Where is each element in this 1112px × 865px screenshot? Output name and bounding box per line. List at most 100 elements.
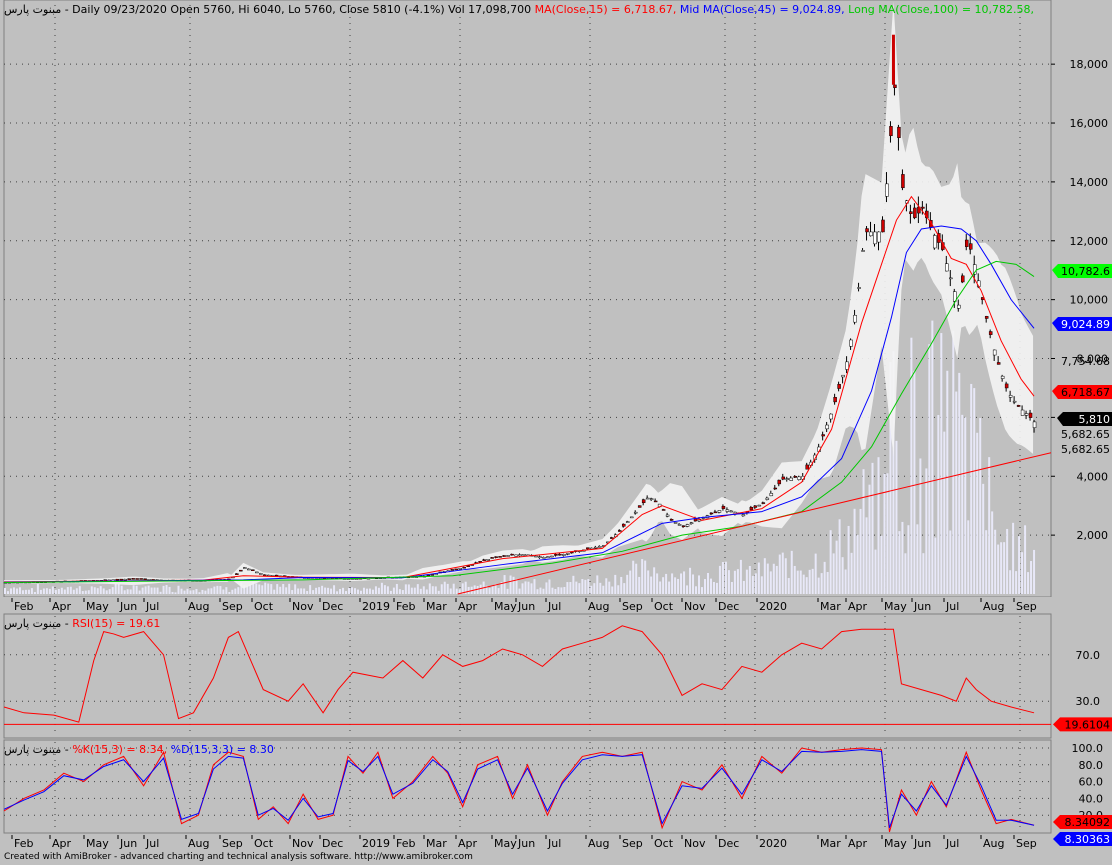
candle-body [598, 546, 602, 548]
volume-bar [192, 590, 195, 594]
y-tick-label: 16,000 [1070, 117, 1109, 130]
x-tick-label: Oct [654, 600, 674, 613]
x-tick-label: Apr [52, 600, 72, 613]
volume-bar [282, 583, 285, 594]
candle-body [992, 349, 997, 356]
volume-bar [922, 553, 925, 594]
volume-bar [647, 570, 650, 594]
volume-bar [952, 330, 955, 594]
volume-bar [276, 584, 279, 594]
volume-bar [715, 582, 718, 594]
volume-bar [1012, 522, 1015, 594]
x-tick-label: May [494, 837, 517, 850]
candle-body [450, 569, 454, 571]
candle-body [610, 537, 614, 539]
volume-bar [982, 483, 985, 594]
y-tick-label: 10,000 [1070, 294, 1109, 307]
candle-body [1016, 405, 1021, 407]
volume-bar [742, 580, 745, 594]
price-tag-label: 5,682.65 [1061, 428, 1110, 441]
candle-body [669, 518, 674, 521]
rsi-tick-label: 70.0 [1076, 649, 1101, 662]
volume-bar [733, 570, 736, 594]
volume-bar [784, 558, 787, 594]
volume-bar [371, 589, 374, 594]
candle-body [131, 578, 135, 580]
candle-body [949, 277, 953, 280]
volume-bar [419, 588, 422, 594]
volume-bar [772, 563, 775, 594]
volume-bar [835, 540, 838, 594]
volume-bar [222, 589, 225, 594]
volume-bar [1030, 561, 1033, 594]
volume-bar [853, 508, 856, 594]
volume-bar [626, 574, 629, 594]
x-tick-label: 2019 [362, 837, 390, 850]
candle-body [741, 514, 746, 517]
volume-bar [814, 553, 817, 594]
candle-body [996, 362, 1001, 365]
x-tick-label: Oct [254, 837, 274, 850]
x-tick-label: May [884, 837, 907, 850]
candle-body [625, 521, 630, 523]
candle-body [637, 505, 642, 508]
price-tag-label: 5,682.65 [1061, 443, 1110, 456]
volume-bar [674, 577, 677, 594]
candle-body [769, 493, 774, 497]
x-tick-label: Dec [718, 600, 739, 613]
volume-bar [401, 590, 404, 594]
x-tick-label: Jul [945, 837, 959, 850]
volume-bar [898, 531, 901, 594]
x-tick-label: May [86, 600, 109, 613]
volume-bar [563, 586, 566, 594]
volume-bar [973, 388, 976, 594]
stoch-tick-label: 60.0 [1079, 776, 1104, 789]
volume-bar [207, 588, 210, 594]
candle-body [861, 250, 865, 252]
volume-bar [979, 418, 982, 594]
candle-body [865, 228, 869, 233]
volume-bar [105, 590, 108, 594]
volume-bar [934, 537, 937, 594]
candle-body [586, 547, 590, 550]
amibroker-chart[interactable]: 2,0004,0006,0008,00010,00012,00014,00016… [0, 0, 1112, 865]
candle-body [486, 559, 490, 561]
candle-body [263, 574, 267, 577]
header-info: - Daily 09/23/2020 Open 5760, Hi 6040, L… [61, 3, 534, 16]
y-tick-label: 2,000 [1077, 529, 1109, 542]
x-tick-label: Sep [222, 600, 243, 613]
rsi-header: مبنوت پارس - RSI(15) = 19.61 [4, 617, 160, 630]
volume-bar [54, 589, 57, 594]
volume-bar [353, 588, 356, 594]
volume-bar [66, 587, 69, 594]
volume-bar [333, 585, 336, 594]
volume-bar [306, 591, 309, 594]
volume-bar [315, 587, 318, 594]
volume-bar [452, 583, 455, 594]
volume-bar [739, 559, 742, 594]
candle-body [554, 554, 558, 556]
candle-body [239, 569, 243, 572]
x-tick-label: Apr [848, 837, 868, 850]
volume-bar [27, 589, 30, 594]
candle-body [629, 516, 634, 519]
volume-bar [117, 583, 120, 594]
volume-bar [686, 585, 689, 594]
candle-body [1004, 383, 1009, 389]
volume-bar [760, 576, 763, 594]
volume-bar [174, 592, 177, 594]
volume-bar [557, 587, 560, 594]
volume-bar [362, 587, 365, 594]
x-tick-label: Aug [188, 837, 209, 850]
volume-bar [78, 586, 81, 594]
y-tick-label: 4,000 [1077, 470, 1109, 483]
volume-bar [51, 586, 54, 594]
volume-bar [135, 585, 138, 594]
volume-bar [632, 560, 635, 594]
volume-bar [521, 583, 524, 594]
x-tick-label: Aug [588, 837, 609, 850]
candle-body [685, 524, 690, 527]
volume-bar [560, 587, 563, 594]
volume-bar [365, 588, 368, 594]
candle-body [562, 554, 566, 556]
